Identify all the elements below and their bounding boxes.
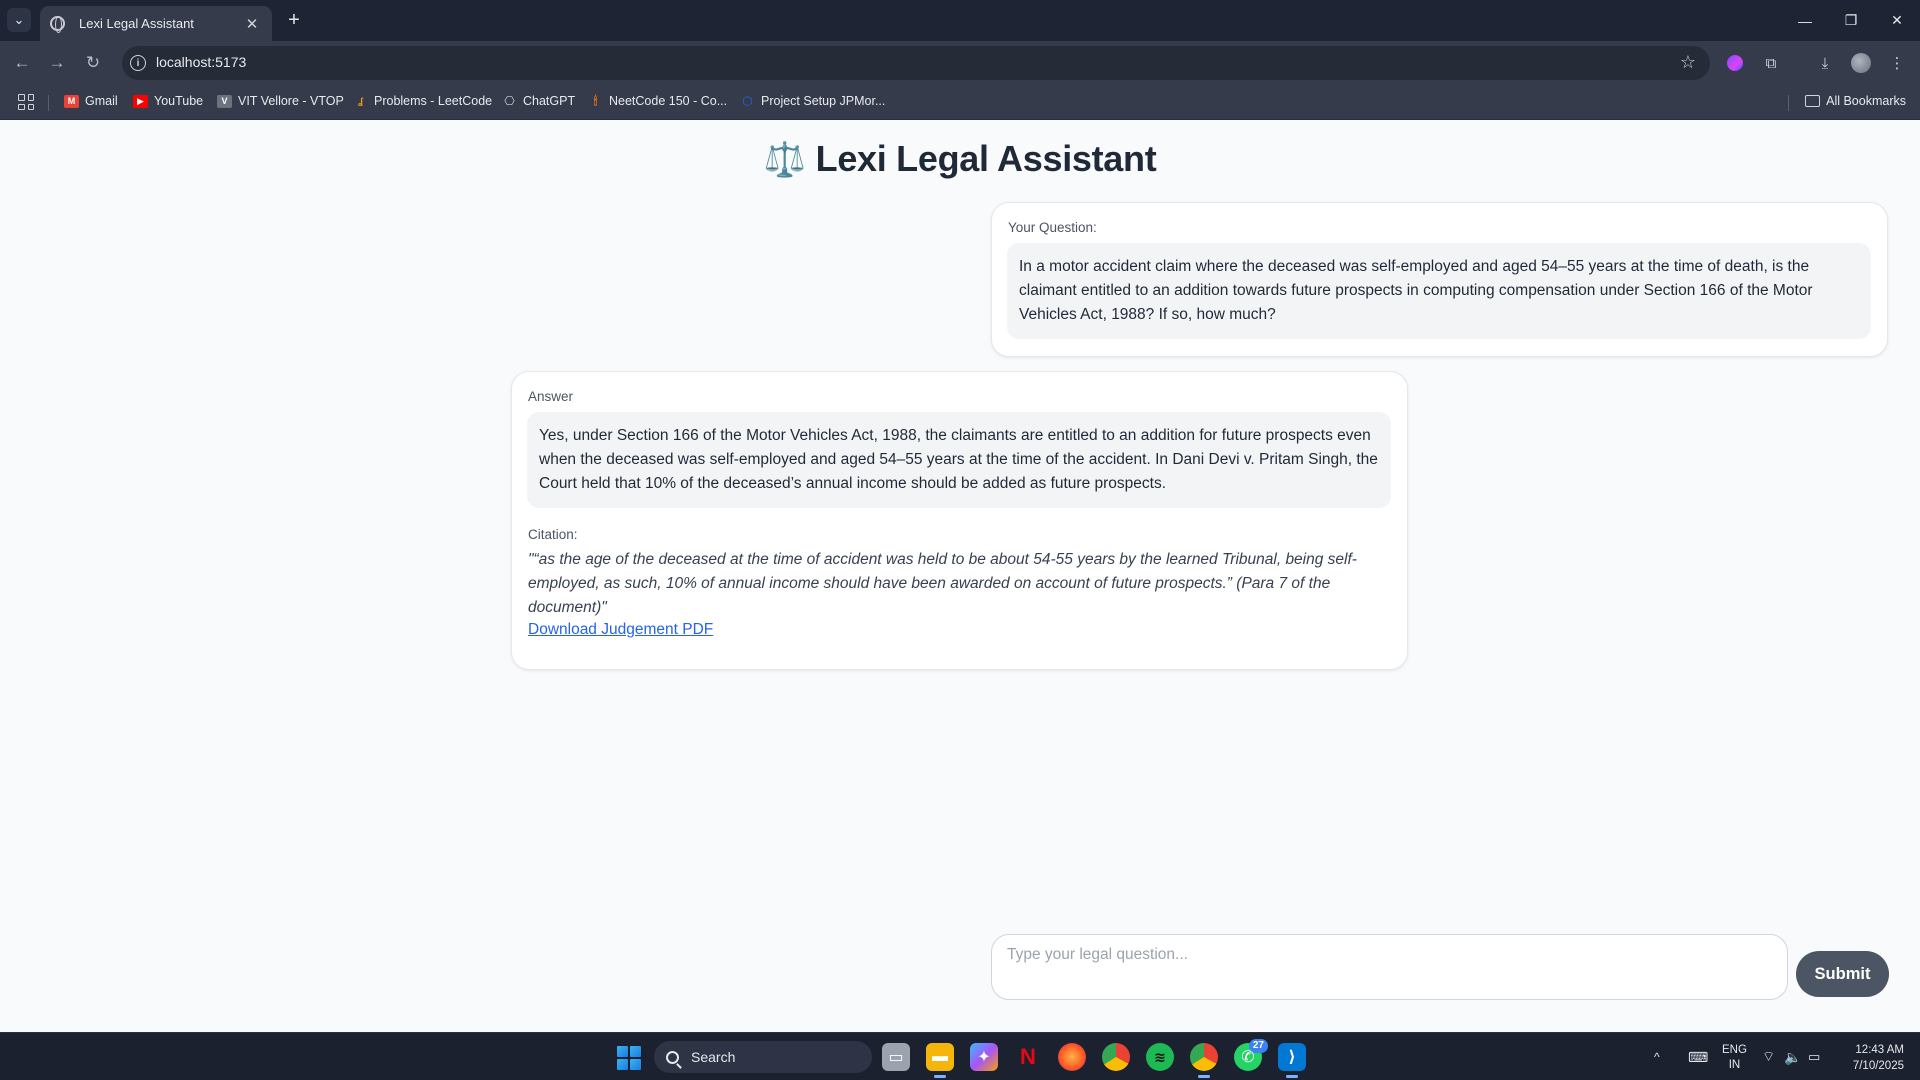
battery-icon[interactable]: ▭ <box>1808 1033 1820 1080</box>
page-title-text: Lexi Legal Assistant <box>815 138 1157 179</box>
close-window-icon[interactable]: ✕ <box>1874 0 1920 41</box>
tray-chevron-icon[interactable]: ^ <box>1654 1033 1660 1080</box>
bookmark-label: VIT Vellore - VTOP <box>238 94 344 108</box>
bookmark-jpmorgan[interactable]: ⬡ Project Setup JPMor... <box>740 94 885 108</box>
page-title: ⚖️ Lexi Legal Assistant <box>0 138 1920 180</box>
all-bookmarks-label: All Bookmarks <box>1826 94 1906 108</box>
clock-time: 12:43 AM <box>1855 1044 1904 1056</box>
language-indicator[interactable]: ENG IN <box>1722 1043 1747 1073</box>
taskbar-search-label: Search <box>691 1049 736 1065</box>
bookmark-vtop[interactable]: V VIT Vellore - VTOP <box>217 94 344 108</box>
scales-icon: ⚖️ <box>763 141 806 179</box>
bookmark-star-icon[interactable]: ☆ <box>1680 52 1696 73</box>
bookmarks-bar: M Gmail ▶ YouTube V VIT Vellore - VTOP ʆ… <box>0 85 1920 120</box>
question-input-box[interactable] <box>991 934 1788 1000</box>
leetcode-icon: ʆ <box>358 96 363 106</box>
browser-toolbar: ← → ↻ i localhost:5173 ☆ ⧉ ⤓ ⋮ <box>0 41 1920 85</box>
neetcode-icon: 🕯 <box>593 93 598 108</box>
wifi-icon[interactable]: ⌔ <box>1762 1033 1775 1080</box>
restore-icon[interactable]: ❐ <box>1828 0 1874 41</box>
bookmarks-divider <box>48 95 49 111</box>
apps-grid-icon[interactable] <box>18 94 34 110</box>
window-controls: — ❐ ✕ <box>1782 0 1920 41</box>
bookmark-leetcode[interactable]: ʆ Problems - LeetCode <box>353 94 492 108</box>
site-info-icon[interactable]: i <box>130 55 146 71</box>
submit-button[interactable]: Submit <box>1796 951 1889 997</box>
chrome-profile-icon[interactable] <box>1190 1043 1218 1078</box>
globe-icon <box>50 16 65 33</box>
youtube-icon: ▶ <box>133 94 148 108</box>
region-code: IN <box>1728 1059 1741 1071</box>
volume-icon[interactable]: 🔈 <box>1784 1033 1801 1080</box>
keyboard-icon[interactable]: ⌨ <box>1688 1033 1708 1080</box>
profile-avatar[interactable] <box>1850 52 1872 74</box>
bookmark-label: Problems - LeetCode <box>374 94 493 108</box>
bookmark-gmail[interactable]: M Gmail <box>64 94 118 108</box>
chatgpt-icon: ⎔ <box>504 94 515 108</box>
minimize-icon[interactable]: — <box>1782 0 1828 41</box>
jpmorgan-icon: ⬡ <box>742 94 753 108</box>
question-input[interactable] <box>1007 943 1767 967</box>
new-tab-icon[interactable]: + <box>282 8 306 32</box>
extensions-puzzle-icon[interactable]: ⧉ <box>1760 52 1782 74</box>
all-bookmarks[interactable]: All Bookmarks <box>1805 94 1906 108</box>
url-text[interactable]: localhost:5173 <box>156 54 246 70</box>
gmail-icon: M <box>64 94 79 108</box>
reload-icon[interactable]: ↻ <box>80 50 106 76</box>
taskbar-search[interactable]: Search <box>654 1041 872 1073</box>
extension-icon[interactable] <box>1724 52 1746 74</box>
windows-start-icon[interactable] <box>617 1046 641 1070</box>
clock-date: 7/10/2025 <box>1852 1060 1904 1072</box>
vtop-icon: V <box>217 94 232 108</box>
forward-icon[interactable]: → <box>44 50 70 76</box>
bookmark-neetcode[interactable]: 🕯 NeetCode 150 - Co... <box>588 93 728 109</box>
citation-text: "“as the age of the deceased at the time… <box>528 551 1357 616</box>
tab-title: Lexi Legal Assistant <box>79 16 194 31</box>
answer-label: Answer <box>528 389 574 404</box>
whatsapp-icon[interactable]: ✆ 27 <box>1234 1039 1268 1071</box>
download-judgement-link[interactable]: Download Judgement PDF <box>528 621 713 639</box>
tab-close-icon[interactable]: ✕ <box>242 15 262 33</box>
task-view-icon[interactable]: ▭ <box>882 1043 910 1071</box>
bookmark-youtube[interactable]: ▶ YouTube <box>133 94 203 108</box>
tab-lexi[interactable]: Lexi Legal Assistant ✕ <box>40 6 272 41</box>
chrome-icon[interactable] <box>1102 1043 1130 1071</box>
question-bubble: In a motor accident claim where the dece… <box>1007 243 1871 339</box>
firefox-icon[interactable] <box>1058 1043 1086 1071</box>
bookmark-label: NeetCode 150 - Co... <box>609 94 728 108</box>
bookmark-chatgpt[interactable]: ⎔ ChatGPT <box>502 94 575 108</box>
back-icon[interactable]: ← <box>9 50 35 76</box>
address-bar[interactable]: i localhost:5173 ☆ <box>122 46 1710 80</box>
answer-bubble: Yes, under Section 166 of the Motor Vehi… <box>527 412 1391 508</box>
menu-kebab-icon[interactable]: ⋮ <box>1886 52 1908 74</box>
question-label: Your Question: <box>1008 220 1097 235</box>
question-card: Your Question: In a motor accident claim… <box>991 202 1888 357</box>
bookmark-label: YouTube <box>154 94 204 108</box>
browser-tabstrip: ⌄ Lexi Legal Assistant ✕ + — ❐ ✕ <box>0 0 1920 41</box>
windows-taskbar: Search ▭ ▬ ✦ N ≋ ✆ 27 ⟩ ^ ⌨ ENG IN ⌔ 🔈 ▭ … <box>0 1032 1920 1080</box>
bookmarks-divider <box>1788 95 1789 111</box>
language-code: ENG <box>1722 1044 1747 1056</box>
downloads-icon[interactable]: ⤓ <box>1814 52 1836 74</box>
vscode-icon[interactable]: ⟩ <box>1278 1043 1306 1078</box>
search-icon <box>666 1050 679 1064</box>
whatsapp-badge: 27 <box>1248 1039 1268 1053</box>
page-content: ⚖️ Lexi Legal Assistant Your Question: In… <box>0 120 1920 1032</box>
answer-card: Answer Yes, under Section 166 of the Mot… <box>511 371 1408 670</box>
spotify-icon[interactable]: ≋ <box>1146 1043 1174 1071</box>
citation-label: Citation: <box>528 527 578 542</box>
tab-search-icon[interactable]: ⌄ <box>7 8 31 32</box>
copilot-icon[interactable]: ✦ <box>970 1043 998 1071</box>
netflix-icon[interactable]: N <box>1014 1043 1042 1071</box>
bookmark-label: ChatGPT <box>523 94 576 108</box>
bookmark-label: Project Setup JPMor... <box>761 94 886 108</box>
system-clock[interactable]: 12:43 AM 7/10/2025 <box>1832 1042 1904 1074</box>
bookmark-label: Gmail <box>85 94 118 108</box>
file-explorer-icon[interactable]: ▬ <box>926 1043 954 1078</box>
folder-icon <box>1805 95 1821 107</box>
